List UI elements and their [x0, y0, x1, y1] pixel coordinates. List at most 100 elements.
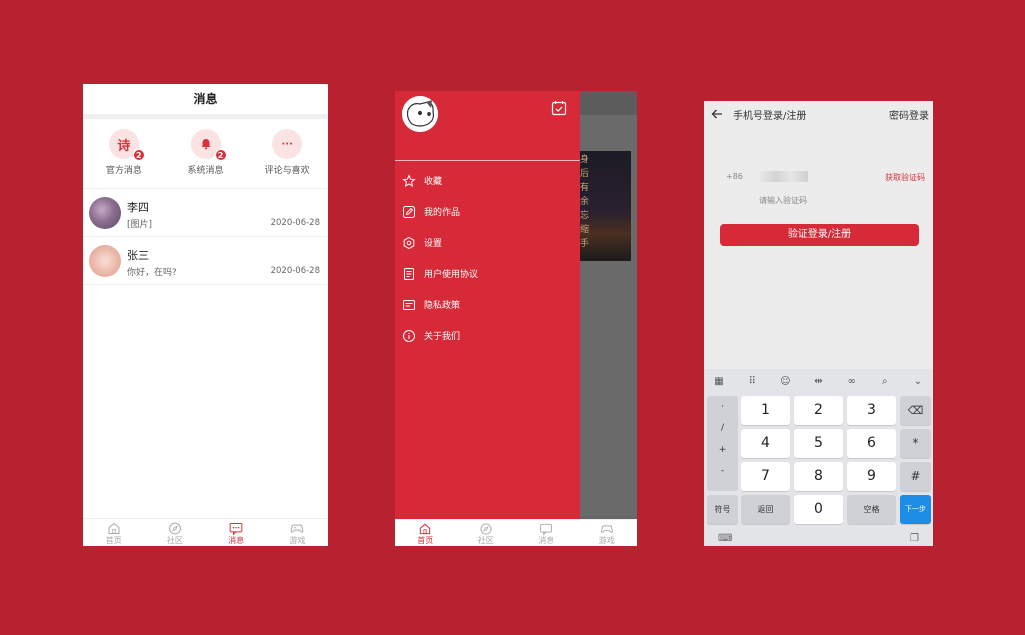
password-login-link[interactable]: 密码登录	[889, 107, 929, 122]
divider	[395, 160, 580, 161]
cursor-icon[interactable]: ⇹	[811, 376, 825, 387]
tab-bar: 首页 社区 消息 游戏	[395, 519, 637, 546]
poem-text: 身后有余忘缩手	[580, 155, 590, 249]
symbol-key[interactable]: ·	[707, 402, 738, 412]
agreement-icon	[404, 267, 414, 280]
menu-item-favorites[interactable]: 收藏	[395, 165, 580, 196]
menu-label: 我的作品	[424, 208, 461, 218]
key-1[interactable]: 1	[741, 396, 790, 425]
edit-icon	[403, 205, 415, 218]
tab-games[interactable]: 游戏	[577, 520, 638, 546]
header: 手机号登录/注册 密码登录	[704, 101, 933, 127]
tab-home[interactable]: 首页	[83, 519, 144, 546]
message-date: 2020-06-28	[270, 217, 320, 228]
underlying-topbar	[580, 91, 637, 115]
country-code[interactable]: +86	[726, 172, 743, 181]
star-icon	[402, 173, 416, 187]
tab-community[interactable]: 社区	[144, 519, 205, 546]
backspace-key[interactable]: ⌫	[900, 396, 931, 425]
tab-label: 社区	[477, 536, 494, 545]
gamepad-icon	[291, 524, 304, 533]
symbol-key[interactable]: /	[707, 423, 738, 433]
contact-name: 张三	[127, 248, 149, 262]
side-drawer: 收藏 我的作品 设置 用户使用协议 隐私政策 关于我们	[395, 91, 580, 519]
tab-messages[interactable]: 消息	[206, 519, 267, 546]
collapse-keyboard-icon[interactable]: ⌄	[911, 376, 925, 387]
key-4[interactable]: 4	[741, 429, 790, 458]
hash-key[interactable]: #	[900, 462, 931, 491]
search-icon[interactable]: ⌕	[878, 376, 892, 387]
key-0[interactable]: 0	[794, 495, 843, 524]
symbols-key[interactable]: 符号	[707, 495, 738, 524]
avatar	[89, 244, 121, 277]
phone-number-field[interactable]	[760, 171, 808, 182]
emoji-icon[interactable]: ☺	[778, 376, 792, 387]
more-dots-glyph: ···	[281, 138, 293, 150]
category-official[interactable]: 诗 2 官方消息	[83, 119, 165, 188]
menu-item-about-us[interactable]: 关于我们	[395, 320, 580, 351]
drawer-menu: 收藏 我的作品 设置 用户使用协议 隐私政策 关于我们	[395, 165, 580, 351]
verification-code-field[interactable]: 请输入验证码	[759, 195, 807, 206]
avatar[interactable]	[402, 96, 438, 132]
next-key[interactable]: 下一步	[900, 495, 931, 524]
menu-label: 收藏	[424, 177, 443, 187]
page-title: 消息	[193, 92, 218, 106]
menu-label: 隐私政策	[424, 301, 461, 311]
keyboard-toolbar: ▦ ⠿ ☺ ⇹ ∞ ⌕ ⌄	[704, 369, 933, 393]
menu-item-privacy-policy[interactable]: 隐私政策	[395, 289, 580, 320]
message-icon	[540, 523, 553, 536]
tab-community[interactable]: 社区	[456, 520, 517, 546]
category-system[interactable]: 2 系统消息	[165, 119, 247, 188]
menu-label: 关于我们	[424, 332, 461, 342]
tab-messages[interactable]: 消息	[516, 520, 577, 546]
keyboard-switch-icon[interactable]: ⌨	[718, 533, 732, 544]
conversation-item[interactable]: 张三 你好，在吗? 2020-06-28	[83, 237, 328, 285]
home-icon	[420, 523, 431, 535]
keyboard-bottom-bar: ⌨ ❐	[704, 530, 933, 546]
symbol-key[interactable]: -	[707, 466, 738, 476]
menu-item-user-agreement[interactable]: 用户使用协议	[395, 258, 580, 289]
tab-label: 社区	[166, 536, 183, 545]
gamepad-icon	[600, 525, 613, 533]
space-key[interactable]: 空格	[847, 495, 896, 524]
key-6[interactable]: 6	[847, 429, 896, 458]
back-arrow-icon[interactable]	[710, 107, 724, 121]
conversation-item[interactable]: 李四 [图片] 2020-06-28	[83, 189, 328, 237]
menu-item-my-works[interactable]: 我的作品	[395, 196, 580, 227]
menu-item-settings[interactable]: 设置	[395, 227, 580, 258]
unread-badge: 2	[214, 149, 227, 161]
calendar-check-icon[interactable]	[551, 100, 567, 116]
star-key[interactable]: *	[900, 429, 931, 458]
keyboard-layout-icon[interactable]: ⠿	[745, 376, 759, 387]
symbol-column[interactable]: · / + -	[707, 396, 738, 491]
compass-icon	[480, 523, 492, 535]
avatar	[89, 196, 121, 229]
key-8[interactable]: 8	[794, 462, 843, 491]
category-label: 评论与喜欢	[264, 166, 310, 176]
tab-label: 游戏	[598, 536, 615, 545]
clipboard-icon[interactable]: ❐	[910, 533, 919, 544]
qr-scan-icon[interactable]: ▦	[712, 376, 726, 387]
contact-name: 李四	[127, 200, 149, 214]
back-key[interactable]: 返回	[741, 495, 790, 524]
key-5[interactable]: 5	[794, 429, 843, 458]
unread-badge: 2	[132, 149, 145, 161]
key-3[interactable]: 3	[847, 396, 896, 425]
login-register-button[interactable]: 验证登录/注册	[720, 224, 919, 246]
message-icon	[229, 523, 243, 536]
tab-home[interactable]: 首页	[395, 520, 456, 546]
message-date: 2020-06-28	[270, 265, 320, 276]
message-categories: 诗 2 官方消息 2 系统消息 ··· 评论与喜欢	[83, 119, 328, 189]
key-9[interactable]: 9	[847, 462, 896, 491]
category-comments[interactable]: ··· 评论与喜欢	[246, 119, 328, 188]
key-2[interactable]: 2	[794, 396, 843, 425]
tab-games[interactable]: 游戏	[267, 519, 328, 546]
get-code-button[interactable]: 获取验证码	[885, 172, 925, 183]
symbol-key[interactable]: +	[707, 445, 738, 455]
tab-label: 首页	[105, 536, 122, 545]
more-dots-icon: ···	[272, 129, 303, 159]
key-7[interactable]: 7	[741, 462, 790, 491]
menu-label: 设置	[424, 239, 443, 249]
home-icon	[108, 522, 120, 534]
link-icon[interactable]: ∞	[845, 376, 859, 387]
